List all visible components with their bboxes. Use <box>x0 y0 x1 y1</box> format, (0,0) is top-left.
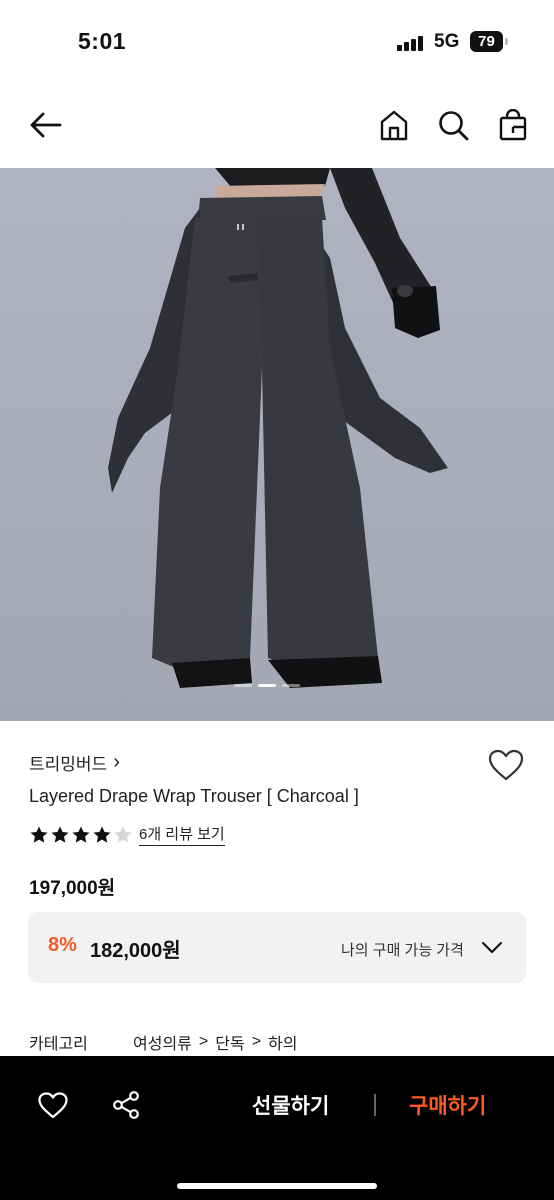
chevron-right-icon: > <box>198 1033 209 1050</box>
status-bar: 5:01 5G 79 <box>0 0 554 84</box>
pagination-dot-active <box>258 684 276 687</box>
sale-price: 182,000원 <box>90 940 181 962</box>
wishlist-heart-icon[interactable] <box>487 748 525 784</box>
home-icon[interactable] <box>377 108 411 142</box>
buy-button[interactable]: 구매하기 <box>409 1090 486 1120</box>
star-filled-icon <box>72 826 90 843</box>
search-icon[interactable] <box>436 108 470 142</box>
status-time: 5:01 <box>78 28 127 54</box>
top-navigation <box>0 84 554 168</box>
image-pagination <box>234 684 300 688</box>
category-item-womens-clothing[interactable]: 여성의류 <box>133 1030 192 1054</box>
shopping-bag-icon[interactable] <box>496 108 530 142</box>
divider <box>374 1094 376 1116</box>
brand-link[interactable]: 트리밍버드 › <box>29 750 120 775</box>
star-rating <box>29 825 133 845</box>
heart-icon[interactable] <box>36 1088 70 1122</box>
rating-row: 6개 리뷰 보기 <box>29 823 225 846</box>
discount-rate: 8% <box>48 934 77 956</box>
back-arrow-icon[interactable] <box>28 108 62 142</box>
star-empty-icon <box>114 826 132 843</box>
star-filled-icon <box>51 826 69 843</box>
home-indicator <box>177 1183 377 1189</box>
original-price: 197,000원 <box>29 878 116 899</box>
category-label: 카테고리 <box>29 1036 88 1053</box>
product-title: Layered Drape Wrap Trouser [ Charcoal ] <box>29 786 359 806</box>
brand-name: 트리밍버드 <box>29 755 108 774</box>
signal-icon <box>397 35 423 51</box>
my-price-panel[interactable]: 8% 182,000원 나의 구매 가능 가격 <box>28 912 526 983</box>
network-type: 5G <box>434 31 460 52</box>
battery-tip <box>505 38 508 45</box>
pagination-dot <box>282 684 300 687</box>
category-row: 카테고리 여성의류 > 단독 > 하의 <box>29 1030 297 1054</box>
chevron-right-icon: > <box>251 1033 262 1050</box>
my-price-label: 나의 구매 가능 가격 <box>341 942 464 959</box>
star-filled-icon <box>93 826 111 843</box>
product-image[interactable] <box>0 168 554 721</box>
share-icon[interactable] <box>109 1088 143 1122</box>
review-link[interactable]: 6개 리뷰 보기 <box>139 823 225 846</box>
pagination-dot <box>234 684 252 687</box>
chevron-right-icon: › <box>113 751 120 773</box>
category-item-exclusive[interactable]: 단독 <box>215 1030 244 1054</box>
star-filled-icon <box>30 826 48 843</box>
chevron-down-icon <box>481 941 503 954</box>
category-item-bottoms[interactable]: 하의 <box>268 1030 297 1054</box>
bottom-action-bar: 선물하기 구매하기 <box>0 1056 554 1200</box>
product-photo <box>108 168 448 688</box>
gift-button[interactable]: 선물하기 <box>252 1090 329 1120</box>
battery-icon: 79 <box>470 31 503 52</box>
